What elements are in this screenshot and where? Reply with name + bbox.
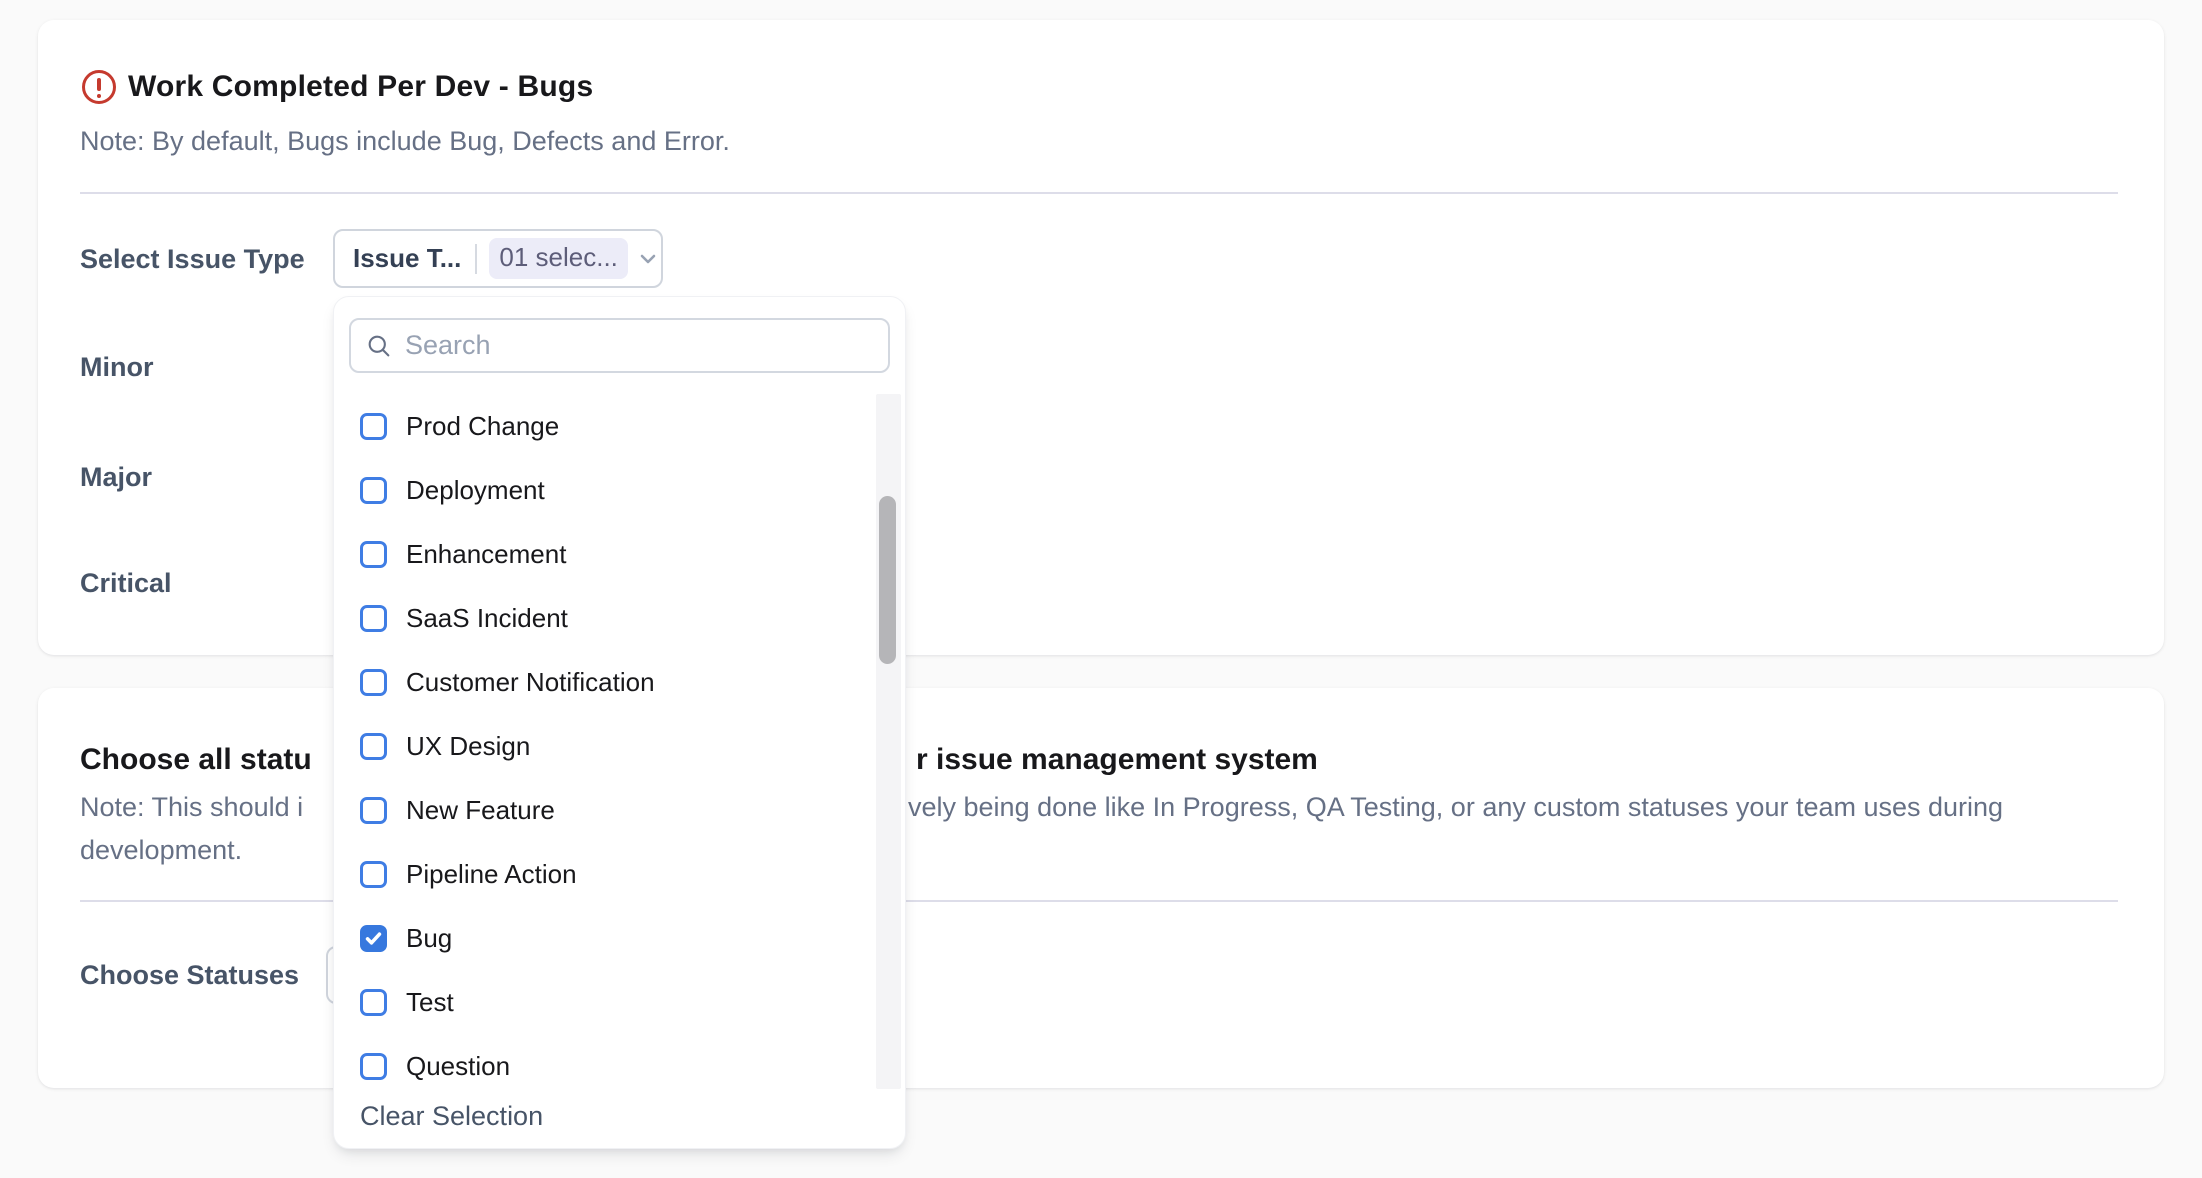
dropdown-option-label: SaaS Incident: [406, 603, 568, 634]
dropdown-option-label: UX Design: [406, 731, 530, 762]
checkbox[interactable]: [360, 541, 387, 568]
dropdown-option-label: Prod Change: [406, 411, 559, 442]
checkbox[interactable]: [360, 989, 387, 1016]
dropdown-option[interactable]: Pipeline Action: [334, 842, 876, 906]
trigger-divider: [475, 244, 477, 274]
trigger-label: Issue T...: [353, 243, 461, 274]
dropdown-option-label: Bug: [406, 923, 452, 954]
checkbox[interactable]: [360, 733, 387, 760]
minor-label: Minor: [80, 352, 154, 383]
issue-type-option-list: Prod Change Deployment Enhancement SaaS …: [334, 394, 876, 1089]
checkbox[interactable]: [360, 1053, 387, 1080]
dropdown-option-label: New Feature: [406, 795, 555, 826]
card-note: Note: By default, Bugs include Bug, Defe…: [80, 126, 730, 157]
dropdown-option[interactable]: UX Design: [334, 714, 876, 778]
major-label: Major: [80, 462, 152, 493]
dropdown-option[interactable]: Deployment: [334, 458, 876, 522]
choose-statuses-label: Choose Statuses: [80, 960, 299, 991]
checkbox[interactable]: [360, 413, 387, 440]
checkbox[interactable]: [360, 477, 387, 504]
card2-heading-right: r issue management system: [916, 743, 1318, 777]
alert-circle-icon: [82, 70, 116, 104]
dropdown-option[interactable]: Prod Change: [334, 394, 876, 458]
dropdown-option[interactable]: New Feature: [334, 778, 876, 842]
card-title: Work Completed Per Dev - Bugs: [128, 70, 593, 104]
search-input[interactable]: [405, 330, 874, 361]
dropdown-option[interactable]: SaaS Incident: [334, 586, 876, 650]
dropdown-option-label: Question: [406, 1051, 510, 1082]
issue-type-dropdown-panel: Prod Change Deployment Enhancement SaaS …: [333, 296, 906, 1149]
select-issue-type-label: Select Issue Type: [80, 244, 305, 275]
selected-count-badge: 01 selec...: [489, 238, 628, 279]
dropdown-option[interactable]: Bug: [334, 906, 876, 970]
card2-heading-left: Choose all statu: [80, 743, 312, 777]
chevron-down-icon: [636, 247, 660, 271]
card-title-row: Work Completed Per Dev - Bugs: [82, 70, 593, 104]
search-input-wrapper[interactable]: [349, 318, 890, 373]
divider: [80, 192, 2118, 194]
dropdown-option[interactable]: Test: [334, 970, 876, 1034]
scrollbar-thumb[interactable]: [879, 496, 896, 664]
dropdown-option-label: Deployment: [406, 475, 545, 506]
checkbox[interactable]: [360, 797, 387, 824]
checkbox[interactable]: [360, 925, 387, 952]
dashboard-settings-page: Work Completed Per Dev - Bugs Note: By d…: [0, 0, 2202, 1178]
dropdown-option[interactable]: Customer Notification: [334, 650, 876, 714]
dropdown-option[interactable]: Question: [334, 1034, 876, 1089]
search-icon: [365, 332, 393, 360]
critical-label: Critical: [80, 568, 172, 599]
checkbox[interactable]: [360, 605, 387, 632]
checkbox[interactable]: [360, 669, 387, 696]
card2-note-line2: development.: [80, 835, 242, 866]
dropdown-option-label: Pipeline Action: [406, 859, 577, 890]
scrollbar-track[interactable]: [876, 394, 901, 1089]
checkbox[interactable]: [360, 861, 387, 888]
dropdown-option-label: Test: [406, 987, 454, 1018]
check-icon: [364, 929, 383, 948]
card2-note-left: Note: This should i: [80, 792, 303, 823]
dropdown-option[interactable]: Enhancement: [334, 522, 876, 586]
dropdown-option-label: Customer Notification: [406, 667, 655, 698]
clear-selection-button[interactable]: Clear Selection: [360, 1101, 543, 1132]
card2-note-right: vely being done like In Progress, QA Tes…: [908, 792, 2003, 823]
dropdown-option-label: Enhancement: [406, 539, 566, 570]
issue-type-dropdown-trigger[interactable]: Issue T... 01 selec...: [333, 229, 663, 288]
